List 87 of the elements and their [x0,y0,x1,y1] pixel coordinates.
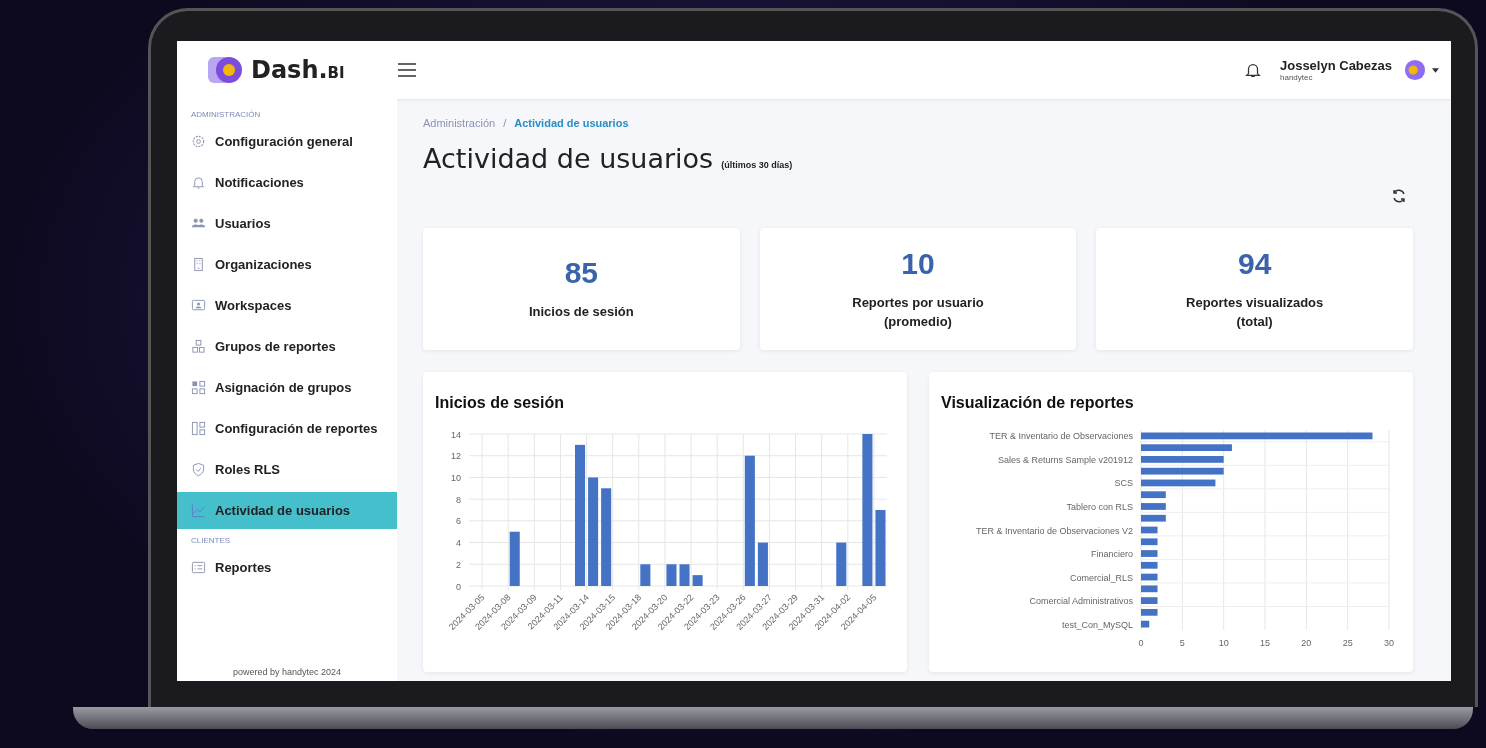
axis-tick-label: test_Con_MySQL [1061,619,1133,630]
axis-tick-label: 10 [451,472,461,483]
bar [836,542,847,586]
footer-text: powered by handytec 2024 [231,667,343,679]
sidebar-item[interactable]: Configuración de reportes [177,410,397,447]
sidebar-item[interactable]: Grupos de reportes [177,328,397,365]
bar [666,564,677,586]
sidebar-item[interactable]: Roles RLS [177,451,397,488]
stat-value: 94 [1237,246,1272,281]
bar [1141,491,1166,499]
avatar-icon[interactable] [1404,59,1426,81]
layout-icon [191,421,206,436]
bar [1141,526,1158,534]
axis-tick-label: Tablero con RLS [1066,501,1133,512]
brand-name: Dash.BI [251,56,345,84]
axis-tick-label: 2 [456,559,461,570]
user-name: Josselyn Cabezas [1280,58,1392,73]
caret-icon[interactable] [1432,67,1439,73]
sidebar-item[interactable]: Organizaciones [177,246,397,283]
bar [1141,585,1158,593]
axis-tick-label: Financiero [1090,549,1133,560]
bar [1141,561,1158,569]
page-title: Actividad de usuarios [423,143,714,174]
sidebar-item[interactable]: Asignación de grupos [177,369,397,406]
bar [1141,573,1158,581]
axis-tick-label: 4 [456,538,461,549]
stat-label: Inicios de sesión [527,303,635,322]
gear-icon [191,134,206,149]
refresh-icon[interactable] [1391,188,1407,204]
bar [1141,550,1158,557]
bar [509,531,520,586]
bar [757,542,768,586]
page-subtitle: (últimos 30 días) [721,160,793,170]
axis-tick-label: Sales & Returns Sample v201912 [997,454,1133,465]
bar [1141,608,1158,616]
stat-label: Reportes visualizados (total) [1185,293,1325,331]
sidebar-item[interactable]: Usuarios [177,205,397,242]
sidebar-item[interactable]: Configuración general [177,123,397,160]
axis-tick-label: TER & Inventario de Observaciones [989,431,1133,442]
bar [1141,620,1150,628]
axis-tick-label: 15 [1260,638,1270,648]
shield-icon [191,462,206,477]
axis-tick-label: 20 [1301,638,1312,648]
axis-tick-label: 8 [456,494,461,505]
axis-tick-label: 0 [456,581,461,592]
axis-tick-label: 5 [1179,638,1185,648]
grid-icon [191,380,206,395]
axis-tick-label: 25 [1342,638,1353,648]
axis-tick-label: 30 [1384,638,1394,648]
axis-tick-label: TER & Inventario de Observaciones V2 [975,525,1133,536]
stat-value: 85 [564,256,598,291]
chart-title: Inicios de sesión [435,394,565,412]
bell-icon [191,175,206,190]
axis-tick-label: 10 [1218,638,1229,648]
breadcrumb-separator: / [503,117,507,129]
sidebar-item[interactable]: Notificaciones [177,164,397,201]
cubes-icon [191,339,206,354]
bar [679,564,690,586]
sidebar-item[interactable]: Actividad de usuarios [177,492,397,529]
building-icon [191,257,206,272]
axis-tick-label: Comercial Administrativos [1029,596,1133,607]
stat-value: 10 [901,246,935,281]
sidebar-item[interactable]: Workspaces [177,287,397,324]
sidebar-section-heading: ADMINISTRACIÓN [190,109,262,121]
axis-tick-label: 6 [456,516,461,527]
bar [640,564,651,586]
axis-tick-label: 12 [451,451,461,462]
user-organization: handytec [1280,73,1314,82]
bar [1141,514,1166,522]
axis-tick-label: 0 [1138,638,1144,648]
sidebar-item[interactable]: Reportes [177,549,397,586]
bar [1141,538,1158,546]
list-icon [191,560,206,575]
bar [692,575,703,586]
breadcrumb-link[interactable]: Actividad de usuarios [514,117,629,129]
axis-tick-label: 14 [451,429,461,440]
axis-tick-label: Comercial_RLS [1069,572,1133,583]
line-chart-icon [191,503,206,518]
monitor-icon [191,298,206,313]
axis-tick-label: SCS [1114,478,1133,489]
bar [1141,597,1158,604]
stat-label: Reportes por usuario (promedio) [851,293,985,331]
bell-icon[interactable] [1244,61,1262,79]
menu-icon[interactable] [397,62,417,78]
sidebar-section-heading: CLIENTES [190,535,232,547]
chart-title: Visualización de reportes [941,394,1135,412]
bar [1141,503,1166,510]
